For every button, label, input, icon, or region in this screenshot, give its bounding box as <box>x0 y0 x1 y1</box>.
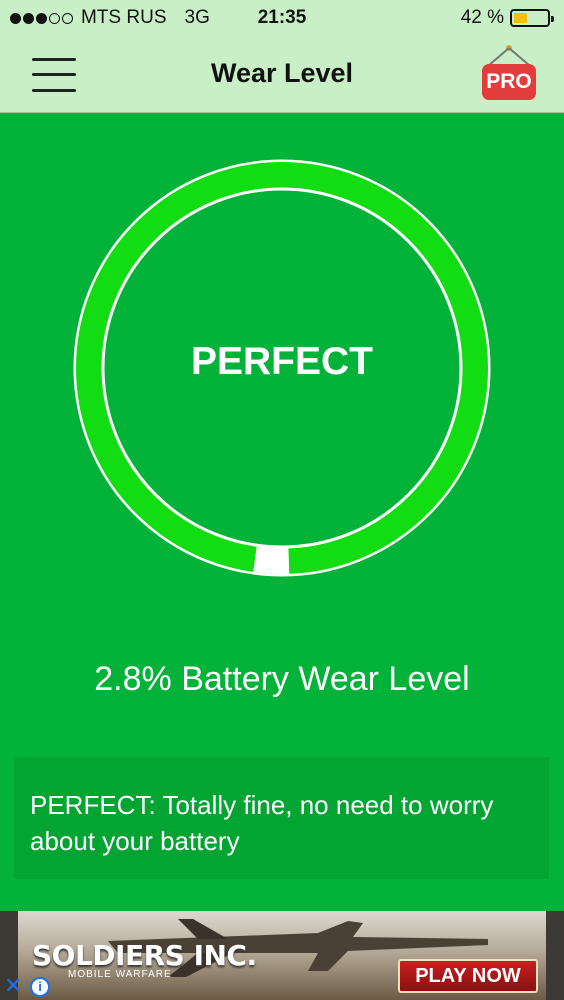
battery-fill <box>514 13 527 23</box>
pro-button[interactable]: PRO <box>482 44 536 102</box>
ad-banner[interactable]: SOLDIERS INC. MOBILE WARFARE PLAY NOW ✕ … <box>0 911 564 1000</box>
wear-level-text: 2.8% Battery Wear Level <box>94 660 470 698</box>
pro-badge: PRO <box>482 64 536 100</box>
battery-icon <box>510 9 554 27</box>
battery-tip <box>551 16 554 22</box>
info-message-box: PERFECT: Totally fine, no need to worry … <box>14 757 549 879</box>
nav-bar: Wear Level PRO <box>0 36 564 113</box>
ad-brand: SOLDIERS INC. <box>32 939 257 972</box>
page-title: Wear Level <box>210 58 354 88</box>
play-now-button[interactable]: PLAY NOW <box>398 959 538 993</box>
info-icon[interactable]: i <box>30 977 50 997</box>
menu-line <box>32 89 76 92</box>
battery-percent: 42 % <box>460 7 504 28</box>
wear-marker <box>253 546 290 574</box>
status-right: 42 % <box>460 7 554 29</box>
info-message: PERFECT: Totally fine, no need to worry … <box>30 790 494 856</box>
status-bar: MTS RUS 3G 21:35 42 % <box>0 0 564 36</box>
ad-tagline: MOBILE WARFARE <box>68 969 172 980</box>
gauge-status-label: PERFECT <box>190 340 373 383</box>
close-icon[interactable]: ✕ <box>4 975 24 997</box>
